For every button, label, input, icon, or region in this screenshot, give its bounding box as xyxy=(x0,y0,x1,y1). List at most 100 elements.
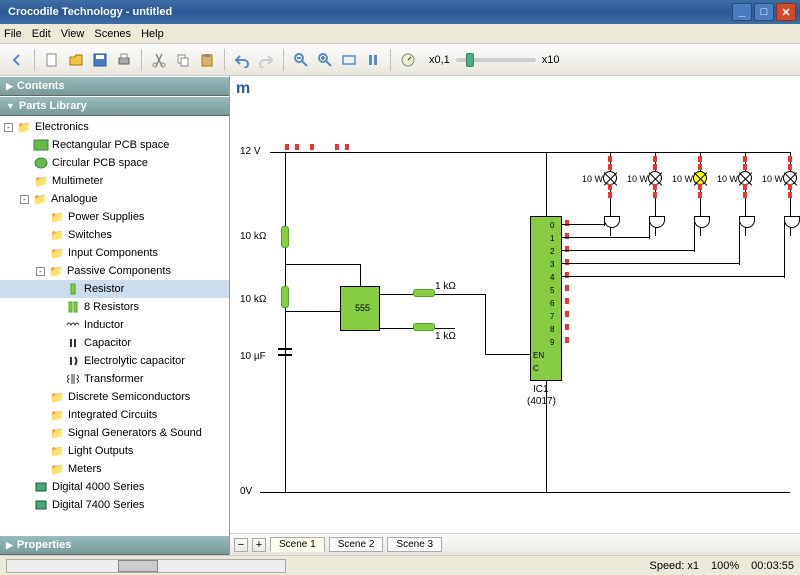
tree-item[interactable]: Rectangular PCB space xyxy=(0,136,229,154)
schematic-canvas[interactable]: m 12 V 0V 10 kΩ xyxy=(230,76,800,533)
back-button[interactable] xyxy=(6,49,28,71)
paste-button[interactable] xyxy=(196,49,218,71)
minimize-button[interactable]: _ xyxy=(732,3,752,21)
copy-button[interactable] xyxy=(172,49,194,71)
pin-label: 6 xyxy=(550,299,554,308)
save-button[interactable] xyxy=(89,49,111,71)
resistor[interactable] xyxy=(413,289,435,297)
tree-item[interactable]: Circular PCB space xyxy=(0,154,229,172)
speed-icon xyxy=(397,49,419,71)
menu-scenes[interactable]: Scenes xyxy=(94,28,131,40)
open-button[interactable] xyxy=(65,49,87,71)
lamp[interactable] xyxy=(738,171,752,185)
menu-view[interactable]: View xyxy=(61,28,85,40)
zoom-out-button[interactable] xyxy=(290,49,312,71)
zoom-in-button[interactable] xyxy=(314,49,336,71)
lamp-label: 10 W xyxy=(717,174,738,184)
status-speed: Speed: x1 xyxy=(649,560,699,572)
expand-toggle[interactable]: - xyxy=(36,267,45,276)
tree-item[interactable]: Inductor xyxy=(0,316,229,334)
tree-item-label: Circular PCB space xyxy=(52,157,148,169)
tree-item[interactable]: Multimeter xyxy=(0,172,229,190)
tree-item[interactable]: Power Supplies xyxy=(0,208,229,226)
toolbar-sep xyxy=(141,49,142,71)
tree-item-label: Switches xyxy=(68,229,112,241)
new-button[interactable] xyxy=(41,49,63,71)
scene-tab[interactable]: Scene 3 xyxy=(387,537,442,552)
speed-slider[interactable]: x0,1 x10 xyxy=(429,54,560,66)
tree-item[interactable]: Capacitor xyxy=(0,334,229,352)
undo-button[interactable] xyxy=(231,49,253,71)
tree-item[interactable]: Signal Generators & Sound xyxy=(0,424,229,442)
tree-item-label: Transformer xyxy=(84,373,144,385)
pin-label: 0 xyxy=(550,221,554,230)
scene-tab[interactable]: Scene 2 xyxy=(329,537,384,552)
resistor[interactable] xyxy=(281,226,289,248)
tree-item[interactable]: Switches xyxy=(0,226,229,244)
resistor[interactable] xyxy=(413,323,435,331)
sidebar: ▶Contents ▼Parts Library -ElectronicsRec… xyxy=(0,76,230,555)
tree-item-label: 8 Resistors xyxy=(84,301,139,313)
label-0v: 0V xyxy=(240,486,252,497)
tree-item[interactable]: Digital 4000 Series xyxy=(0,478,229,496)
tree-item[interactable]: Meters xyxy=(0,460,229,478)
redo-button[interactable] xyxy=(255,49,277,71)
toolbar-sep xyxy=(390,49,391,71)
transistor[interactable] xyxy=(694,216,710,228)
tree-item[interactable]: Resistor xyxy=(0,280,229,298)
tree-item[interactable]: - Analogue xyxy=(0,190,229,208)
close-button[interactable]: ✕ xyxy=(776,3,796,21)
tree-item[interactable]: Input Components xyxy=(0,244,229,262)
menu-edit[interactable]: Edit xyxy=(32,28,51,40)
pin-label: 4 xyxy=(550,273,554,282)
pause-button[interactable] xyxy=(362,49,384,71)
panel-properties[interactable]: ▶Properties xyxy=(0,535,229,555)
remove-scene-button[interactable]: − xyxy=(234,538,248,552)
chevron-right-icon: ▶ xyxy=(6,540,13,551)
lamp[interactable] xyxy=(693,171,707,185)
tree-item-label: Digital 4000 Series xyxy=(52,481,144,493)
chevron-right-icon: ▶ xyxy=(6,81,13,92)
parts-tree[interactable]: -ElectronicsRectangular PCB space Circula… xyxy=(0,116,229,535)
transistor[interactable] xyxy=(739,216,755,228)
lamp[interactable] xyxy=(648,171,662,185)
transistor[interactable] xyxy=(649,216,665,228)
tree-item-label: Passive Components xyxy=(67,265,171,277)
scene-tab[interactable]: Scene 1 xyxy=(270,537,325,552)
tree-item[interactable]: Transformer xyxy=(0,370,229,388)
tree-item-label: Integrated Circuits xyxy=(68,409,157,421)
tree-item[interactable]: -Electronics xyxy=(0,118,229,136)
transistor[interactable] xyxy=(604,216,620,228)
print-button[interactable] xyxy=(113,49,135,71)
panel-contents[interactable]: ▶Contents xyxy=(0,76,229,96)
fit-button[interactable] xyxy=(338,49,360,71)
tree-item[interactable]: - Passive Components xyxy=(0,262,229,280)
tree-item[interactable]: Digital 7400 Series xyxy=(0,496,229,514)
panel-parts-library[interactable]: ▼Parts Library xyxy=(0,96,229,116)
add-scene-button[interactable]: + xyxy=(252,538,266,552)
tree-item-label: Electrolytic capacitor xyxy=(84,355,185,367)
chip-555[interactable]: 555 xyxy=(340,286,380,331)
horizontal-scrollbar[interactable] xyxy=(6,559,286,573)
toolbar-sep xyxy=(224,49,225,71)
tree-item[interactable]: Electrolytic capacitor xyxy=(0,352,229,370)
lamp[interactable] xyxy=(603,171,617,185)
tree-item-label: Analogue xyxy=(51,193,98,205)
cut-button[interactable] xyxy=(148,49,170,71)
tree-item[interactable]: Light Outputs xyxy=(0,442,229,460)
tree-item[interactable]: Integrated Circuits xyxy=(0,406,229,424)
tree-item[interactable]: 8 Resistors xyxy=(0,298,229,316)
wire xyxy=(270,152,790,153)
expand-toggle[interactable]: - xyxy=(20,195,29,204)
maximize-button[interactable]: □ xyxy=(754,3,774,21)
lamp[interactable] xyxy=(783,171,797,185)
expand-toggle[interactable]: - xyxy=(4,123,13,132)
canvas-area: m 12 V 0V 10 kΩ xyxy=(230,76,800,555)
transistor[interactable] xyxy=(784,216,800,228)
pin-label: 9 xyxy=(550,338,554,347)
tree-item[interactable]: Discrete Semiconductors xyxy=(0,388,229,406)
resistor[interactable] xyxy=(281,286,289,308)
menu-file[interactable]: File xyxy=(4,28,22,40)
pin-label: 2 xyxy=(550,247,554,256)
menu-help[interactable]: Help xyxy=(141,28,164,40)
